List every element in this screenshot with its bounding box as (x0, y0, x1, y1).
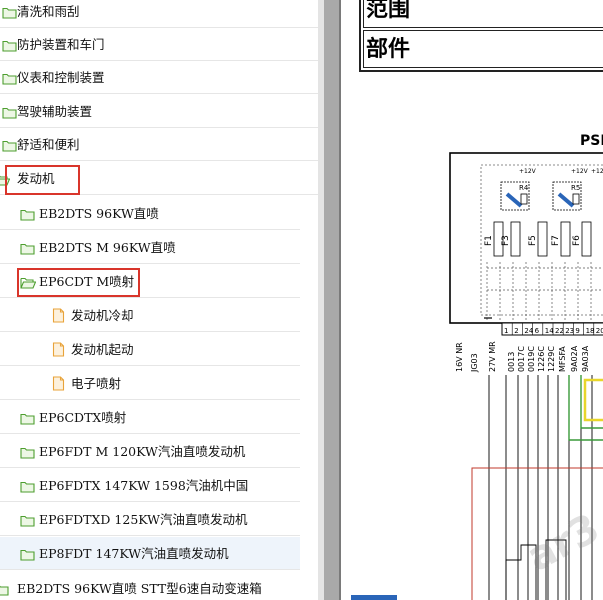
tree-item-label: EB2DTS 96KW直喷 (39, 206, 159, 221)
wiring-diagram: R4R5+12V+12V+12VF1F3F5F7F612246142223918… (449, 152, 603, 600)
fuse-symbol (581, 221, 592, 257)
fuse-label: F7 (551, 235, 561, 246)
tree-item[interactable]: 电子喷射 (0, 367, 300, 400)
pin-number: 9 (575, 327, 579, 335)
tree-item-label: 仪表和控制装置 (17, 70, 105, 85)
tree-item[interactable]: 防护装置和车门 (0, 28, 318, 61)
folder-icon (20, 512, 35, 531)
tree-item[interactable]: EB2DTS 96KW直喷 (0, 197, 300, 230)
relay-contact (572, 193, 580, 205)
tree-item-label: 清洗和雨刮 (17, 4, 80, 19)
pin-number: 18 (586, 327, 595, 335)
tree-item-label: 发动机起动 (71, 342, 134, 357)
wire-label: 9A03A (581, 345, 590, 372)
document-icon (52, 342, 65, 361)
tree-item-label: 电子喷射 (71, 376, 122, 391)
fuse-symbol (537, 221, 548, 257)
document-icon (52, 376, 65, 395)
pin-number: 23 (565, 327, 574, 335)
selection-highlight-ep6cdt (17, 268, 140, 297)
supply-label: +12V (591, 168, 603, 175)
supply-label: +12V (571, 168, 589, 175)
fuse-symbol (510, 221, 521, 257)
tree-item[interactable]: 驾驶辅助装置 (0, 95, 318, 128)
tree-item-label: 舒适和便利 (17, 137, 80, 152)
fuse-symbol (560, 221, 571, 257)
tree-item[interactable]: 发动机冷却 (0, 299, 300, 332)
pin-number: 6 (535, 327, 540, 335)
folder-icon (20, 206, 35, 225)
tree-item-label: 驾驶辅助装置 (17, 104, 93, 119)
folder-icon (20, 444, 35, 463)
pin-number: 20 (596, 327, 603, 335)
tree-item[interactable]: 仪表和控制装置 (0, 61, 318, 94)
tree-item-label: EP8FDT 147KW汽油直喷发动机 (39, 546, 229, 561)
highlight-box (583, 378, 603, 422)
selection-highlight-engine (5, 165, 80, 195)
wire-label: 27V MR (488, 341, 497, 372)
tree-item[interactable]: EP6FDT M 120KW汽油直喷发动机 (0, 435, 300, 468)
pin-number: 1 (504, 327, 508, 335)
tree-item[interactable]: EP6FDTX 147KW 1598汽油机中国 (0, 469, 300, 502)
folder-icon (2, 70, 17, 89)
tree-item-label: EP6FDT M 120KW汽油直喷发动机 (39, 444, 246, 459)
relay-label: R4 (519, 184, 529, 192)
folder-icon (0, 581, 9, 600)
wire-label: 1226C (537, 346, 546, 372)
tree-item[interactable]: EP6CDTX喷射 (0, 401, 300, 434)
wire-label: 9A02A (570, 345, 579, 372)
wire-label: JG03 (470, 353, 479, 373)
relay-contact (520, 193, 528, 205)
fuse-label: F6 (572, 235, 582, 246)
supply-label: +12V (519, 168, 537, 175)
tree-item-label: EP6FDTXD 125KW汽油直喷发动机 (39, 512, 248, 527)
pin-number: 22 (555, 327, 564, 335)
wire-label: 16V NR (455, 342, 464, 372)
tree-item-label: EP6CDTX喷射 (39, 410, 127, 425)
folder-icon (20, 478, 35, 497)
tree-item[interactable]: 发动机起动 (0, 333, 300, 366)
tree-item-label: 防护装置和车门 (17, 37, 105, 52)
wire-label: 0013 (507, 352, 516, 372)
fuse-label: F5 (528, 235, 538, 246)
page-scroll-indicator[interactable] (351, 595, 397, 600)
fuse-label: F1 (484, 235, 494, 246)
wire-label: MFSFA (558, 346, 567, 372)
tree-item[interactable]: EB2DTS 96KW直喷 STT型6速自动变速箱 (0, 572, 318, 600)
folder-icon (20, 240, 35, 259)
tree-item[interactable]: EB2DTS M 96KW直喷 (0, 231, 300, 264)
document-viewer: 范围 部件 PSF R4R5+12V+12V+12VF1F3F5F7F61224… (341, 0, 603, 600)
relay-label: R5 (571, 184, 580, 192)
tree-item[interactable]: EP6FDTXD 125KW汽油直喷发动机 (0, 503, 300, 536)
tree-item-label: 发动机冷却 (71, 308, 134, 323)
pin-number: 2 (514, 327, 518, 335)
wire-label: 0017C (517, 346, 526, 372)
folder-icon (20, 546, 35, 565)
fuse-label: F3 (501, 235, 511, 246)
tree-item-label: EB2DTS 96KW直喷 STT型6速自动变速箱 (17, 581, 262, 596)
panel-divider[interactable] (324, 0, 340, 600)
folder-icon (2, 4, 17, 23)
tree-item[interactable]: 清洗和雨刮 (0, 0, 318, 28)
tree-item-label: EP6FDTX 147KW 1598汽油机中国 (39, 478, 249, 493)
tree-item[interactable]: EP8FDT 147KW汽油直喷发动机 (0, 537, 300, 570)
tree-item-label: EB2DTS M 96KW直喷 (39, 240, 176, 255)
folder-icon (2, 137, 17, 156)
folder-icon (2, 37, 17, 56)
folder-icon (20, 410, 35, 429)
tree-panel: 清洗和雨刮 防护装置和车门 仪表和控制装置 驾驶辅助装置 舒适和便利 发动机 EB2DTS … (0, 0, 324, 600)
wire-label: 1229C (547, 346, 556, 372)
wire-label: 0019C (527, 346, 536, 372)
document-icon (52, 308, 65, 327)
folder-icon (2, 104, 17, 123)
tree-item[interactable]: 舒适和便利 (0, 128, 318, 161)
